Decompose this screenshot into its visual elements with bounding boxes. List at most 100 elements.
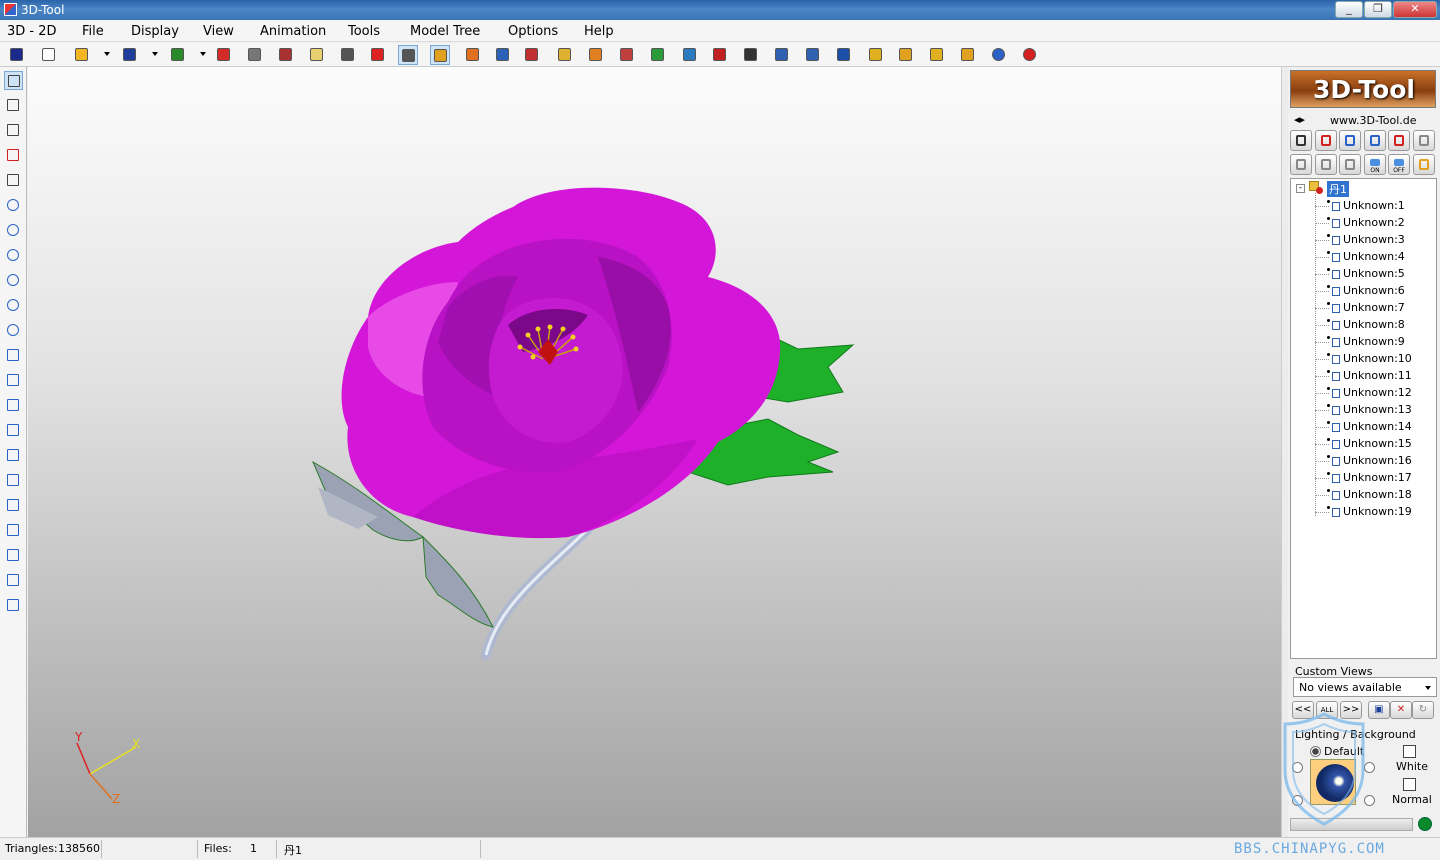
view-bottom-button[interactable] [4, 471, 23, 490]
section-button[interactable] [368, 45, 388, 65]
website-url[interactable]: www.3D-Tool.de [1330, 114, 1417, 127]
ruler-button[interactable] [555, 45, 575, 65]
tree-node[interactable]: Unknown:14 [1343, 420, 1412, 435]
rotate-180v-button[interactable] [4, 571, 23, 590]
visibility-eye-icon[interactable] [1327, 489, 1330, 492]
menu-3d-2d[interactable]: 3D - 2D [7, 24, 57, 39]
visibility-eye-icon[interactable] [1327, 302, 1330, 305]
model-tree[interactable]: - 丹1 Unknown:1 Unknown:2 Unknown:3 Unknown:… [1290, 178, 1437, 659]
pin-icon[interactable]: ◂▸ [1294, 113, 1305, 126]
chart-button[interactable] [680, 45, 700, 65]
menu-help[interactable]: Help [584, 24, 614, 39]
visibility-eye-icon[interactable] [1327, 370, 1330, 373]
tree-node[interactable]: Unknown:9 [1343, 335, 1405, 350]
tree-node[interactable]: Unknown:2 [1343, 216, 1405, 231]
print-button[interactable] [245, 45, 265, 65]
visibility-eye-icon[interactable] [1327, 455, 1330, 458]
collapse-icon[interactable]: - [1296, 184, 1305, 193]
paint-button[interactable] [617, 45, 637, 65]
visibility-eye-icon[interactable] [1327, 217, 1330, 220]
refresh-button[interactable] [1413, 130, 1435, 151]
refresh-view-button[interactable]: ↻ [1412, 701, 1434, 719]
tree-node[interactable]: Unknown:17 [1343, 471, 1412, 486]
dimension-button[interactable] [586, 45, 606, 65]
visibility-eye-icon[interactable] [1327, 353, 1330, 356]
tree-node[interactable]: Unknown:10 [1343, 352, 1412, 367]
rotate-90n-button[interactable] [4, 596, 23, 615]
doc-button[interactable] [1364, 130, 1386, 151]
select-button[interactable] [4, 71, 23, 90]
exit-button[interactable] [1020, 45, 1040, 65]
zoom-window-button[interactable] [4, 271, 23, 290]
face-button[interactable] [1413, 154, 1435, 175]
box-view-button[interactable] [4, 96, 23, 115]
tree-node[interactable]: Unknown:5 [1343, 267, 1405, 282]
play-button[interactable] [927, 45, 947, 65]
visibility-eye-icon[interactable] [1327, 268, 1330, 271]
film-button[interactable] [741, 45, 761, 65]
zoom-fit-button[interactable] [4, 246, 23, 265]
tree-node[interactable]: Unknown:8 [1343, 318, 1405, 333]
save-view-button[interactable]: ▣ [1368, 701, 1390, 719]
menu-file[interactable]: File [82, 24, 104, 39]
pan-button[interactable] [4, 296, 23, 315]
explode-button[interactable] [463, 45, 483, 65]
normal-checkbox[interactable] [1403, 778, 1416, 791]
pic-button[interactable] [276, 45, 296, 65]
menu-display[interactable]: Display [131, 24, 179, 39]
tree-node[interactable]: Unknown:12 [1343, 386, 1412, 401]
visibility-eye-icon[interactable] [1327, 404, 1330, 407]
hide-button[interactable] [1315, 130, 1337, 151]
dropdown-arrow-icon[interactable] [200, 52, 206, 56]
tree-node[interactable]: Unknown:19 [1343, 505, 1412, 520]
doc-delete-button[interactable] [1388, 130, 1410, 151]
visibility-eye-icon[interactable] [1327, 506, 1330, 509]
dropdown-arrow-icon[interactable] [104, 52, 110, 56]
box-front-button[interactable] [4, 171, 23, 190]
section-active-button[interactable] [398, 45, 418, 65]
visibility-eye-icon[interactable] [1327, 336, 1330, 339]
camera-button[interactable] [772, 45, 792, 65]
view-custom-button[interactable] [4, 521, 23, 540]
tree-node[interactable]: Unknown:6 [1343, 284, 1405, 299]
visibility-eye-icon[interactable] [1327, 472, 1330, 475]
camera2-button[interactable] [803, 45, 823, 65]
comment-button[interactable] [493, 45, 513, 65]
view-top-button[interactable] [4, 446, 23, 465]
box-transparent-button[interactable] [1339, 154, 1361, 175]
maximize-button[interactable]: ❐ [1364, 1, 1392, 18]
tree-node[interactable]: Unknown:16 [1343, 454, 1412, 469]
minimize-button[interactable]: _ [1335, 1, 1363, 18]
visibility-eye-icon[interactable] [1327, 200, 1330, 203]
delete-view-button[interactable]: ✕ [1390, 701, 1412, 719]
pencil-button[interactable] [522, 45, 542, 65]
move-button[interactable] [866, 45, 886, 65]
visibility-eye-icon[interactable] [1327, 438, 1330, 441]
menu-options[interactable]: Options [508, 24, 558, 39]
exe-export-button[interactable] [168, 45, 188, 65]
box-red-button[interactable] [4, 146, 23, 165]
off-button[interactable]: OFF [1388, 154, 1410, 175]
box-solid-button[interactable] [1315, 154, 1337, 175]
help-button[interactable] [989, 45, 1009, 65]
close-button[interactable]: ✕ [1393, 1, 1437, 18]
view-iso-button[interactable] [4, 496, 23, 515]
3d-2d-button[interactable] [7, 45, 27, 65]
ruler-active-button[interactable] [430, 45, 450, 65]
orbit-button[interactable] [4, 321, 23, 340]
tree-node[interactable]: Unknown:11 [1343, 369, 1412, 384]
view-back-button[interactable] [4, 371, 23, 390]
tree-node[interactable]: Unknown:4 [1343, 250, 1405, 265]
save-button[interactable] [120, 45, 140, 65]
tree-node[interactable]: Unknown:7 [1343, 301, 1405, 316]
zoom-in-button[interactable] [4, 196, 23, 215]
visibility-eye-icon[interactable] [1327, 421, 1330, 424]
menu-tools[interactable]: Tools [348, 24, 380, 39]
custom-views-select[interactable]: No views available [1293, 677, 1437, 697]
pdf-button[interactable] [214, 45, 234, 65]
measure-button[interactable] [338, 45, 358, 65]
view-right-button[interactable] [4, 421, 23, 440]
visibility-eye-icon[interactable] [1327, 285, 1330, 288]
visibility-eye-icon[interactable] [1327, 319, 1330, 322]
zoom-out-button[interactable] [4, 221, 23, 240]
